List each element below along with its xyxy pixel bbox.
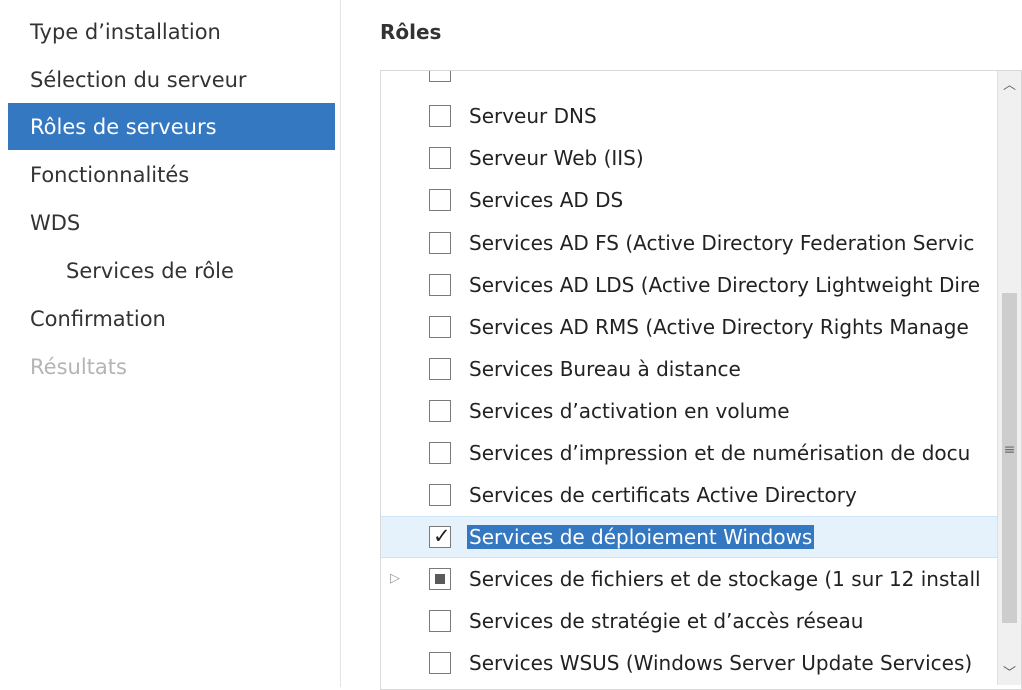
role-label: Services de fichiers et de stockage (1 s…	[469, 567, 981, 591]
partial-check-icon	[435, 574, 445, 584]
role-item-serveur-dns[interactable]: Serveur DNS	[381, 95, 1001, 137]
role-item-services-wsus[interactable]: Services WSUS (Windows Server Update Ser…	[381, 642, 1001, 684]
role-checkbox[interactable]	[429, 652, 451, 674]
role-item-services-ad-fs[interactable]: Services AD FS (Active Directory Federat…	[381, 222, 1001, 264]
role-checkbox[interactable]	[429, 484, 451, 506]
roles-list-scrollbar[interactable]: ︿ ≡ ﹀	[997, 71, 1021, 685]
role-item-services-impression[interactable]: Services d’impression et de numérisation…	[381, 432, 1001, 474]
role-checkbox-partial[interactable]	[429, 568, 451, 590]
role-item-services-ad-lds[interactable]: Services AD LDS (Active Directory Lightw…	[381, 264, 1001, 306]
nav-item-wds[interactable]: WDS	[8, 199, 335, 246]
role-item-services-fichiers-stockage[interactable]: ▷ Services de fichiers et de stockage (1…	[381, 558, 1001, 600]
scrollbar-thumb[interactable]: ≡	[1002, 293, 1017, 623]
role-label: Services AD LDS (Active Directory Lightw…	[469, 273, 981, 297]
nav-item-label: WDS	[30, 210, 81, 235]
chevron-down-icon[interactable]: ﹀	[998, 663, 1021, 685]
role-label: Serveur DNS	[469, 104, 597, 128]
role-checkbox[interactable]	[429, 147, 451, 169]
role-item-services-activation-volume[interactable]: Services d’activation en volume	[381, 390, 1001, 432]
role-checkbox[interactable]	[429, 400, 451, 422]
role-checkbox[interactable]	[429, 358, 451, 380]
role-checkbox[interactable]	[429, 274, 451, 296]
nav-item-label: Résultats	[30, 354, 127, 379]
role-checkbox-checked[interactable]: ✓	[429, 524, 451, 548]
role-checkbox[interactable]	[429, 105, 451, 127]
chevron-up-icon[interactable]: ︿	[998, 75, 1021, 97]
nav-item-label: Type d’installation	[30, 19, 221, 44]
role-item-services-bureau-distance[interactable]: Services Bureau à distance	[381, 348, 1001, 390]
nav-item-label: Fonctionnalités	[30, 162, 190, 187]
roles-list[interactable]: Serveur DNS Serveur Web (IIS) Services A…	[380, 70, 1022, 690]
role-label: Services d’impression et de numérisation…	[469, 441, 971, 465]
role-label: Services d’activation en volume	[469, 399, 790, 423]
role-label: Services de certificats Active Directory	[469, 483, 857, 507]
role-item-services-certificats[interactable]: Services de certificats Active Directory	[381, 474, 1001, 516]
nav-item-confirmation[interactable]: Confirmation	[8, 295, 335, 342]
role-checkbox[interactable]	[429, 232, 451, 254]
roles-heading: Rôles	[380, 20, 442, 44]
role-item-services-ad-rms[interactable]: Services AD RMS (Active Directory Rights…	[381, 306, 1001, 348]
nav-item-label: Sélection du serveur	[30, 67, 247, 92]
role-item-services-deploiement-windows[interactable]: ✓ Services de déploiement Windows	[381, 516, 1001, 558]
nav-item-services-de-role[interactable]: Services de rôle	[8, 247, 335, 294]
role-checkbox[interactable]	[429, 610, 451, 632]
role-label: Services WSUS (Windows Server Update Ser…	[469, 651, 973, 675]
role-checkbox[interactable]	[429, 189, 451, 211]
role-item-clipped[interactable]	[381, 71, 1001, 92]
role-label: Services AD FS (Active Directory Federat…	[469, 231, 975, 255]
role-checkbox[interactable]	[429, 316, 451, 338]
nav-item-resultats: Résultats	[8, 343, 335, 390]
nav-item-label: Confirmation	[30, 306, 166, 331]
expand-arrow-icon[interactable]: ▷	[390, 572, 402, 586]
grip-icon: ≡	[1003, 442, 1016, 458]
role-item-services-strategie-acces-reseau[interactable]: Services de stratégie et d’accès réseau	[381, 600, 1001, 642]
nav-item-label: Services de rôle	[66, 258, 234, 283]
pane-divider	[340, 0, 341, 687]
navigation-pane: Type d’installation Sélection du serveur…	[0, 0, 340, 687]
nav-item-label: Rôles de serveurs	[30, 114, 217, 139]
role-label: Serveur Web (IIS)	[469, 146, 644, 170]
role-item-services-ad-ds[interactable]: Services AD DS	[381, 179, 1001, 221]
role-label: Services de déploiement Windows	[467, 525, 815, 549]
role-item-serveur-web-iis[interactable]: Serveur Web (IIS)	[381, 137, 1001, 179]
nav-item-selection-serveur[interactable]: Sélection du serveur	[8, 56, 335, 103]
role-checkbox[interactable]	[429, 442, 451, 464]
role-label: Services de stratégie et d’accès réseau	[469, 609, 864, 633]
nav-item-type-installation[interactable]: Type d’installation	[8, 8, 335, 55]
checkmark-icon: ✓	[433, 524, 451, 548]
nav-item-fonctionnalites[interactable]: Fonctionnalités	[8, 151, 335, 198]
role-label: Services AD DS	[469, 188, 624, 212]
role-checkbox[interactable]	[429, 71, 451, 82]
role-label: Services Bureau à distance	[469, 357, 741, 381]
role-label: Services AD RMS (Active Directory Rights…	[469, 315, 969, 339]
nav-item-roles-serveurs[interactable]: Rôles de serveurs	[8, 103, 335, 150]
